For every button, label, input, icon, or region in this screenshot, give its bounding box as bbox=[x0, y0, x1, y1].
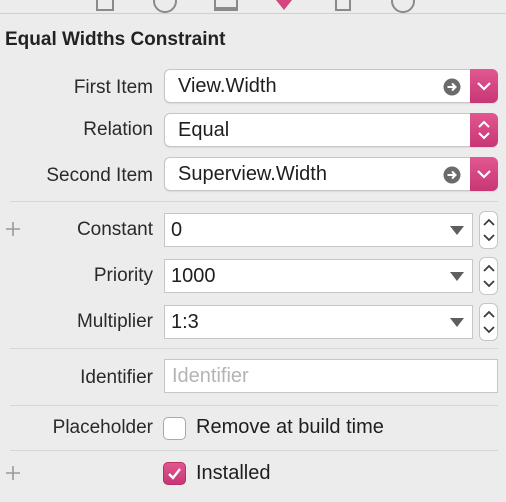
stepper-icon bbox=[483, 264, 495, 288]
multiplier-stepper[interactable] bbox=[479, 303, 498, 341]
multiplier-label: Multiplier bbox=[76, 311, 153, 332]
stepper-icon bbox=[483, 310, 495, 334]
second-item-label: Second Item bbox=[46, 165, 153, 186]
help-icon[interactable] bbox=[152, 0, 178, 14]
popup-updown-icon bbox=[478, 120, 490, 140]
constant-value: 0 bbox=[171, 219, 183, 241]
stepper-icon bbox=[483, 218, 495, 242]
attributes-icon[interactable] bbox=[272, 0, 296, 12]
installed-label[interactable]: Installed bbox=[196, 462, 271, 485]
multiplier-combo[interactable]: 1:3 bbox=[164, 305, 473, 339]
second-item-menu-button[interactable] bbox=[470, 157, 498, 191]
divider bbox=[10, 450, 498, 451]
installed-checkbox[interactable] bbox=[163, 462, 186, 485]
identity-icon[interactable] bbox=[213, 0, 239, 12]
go-to-arrow-icon[interactable] bbox=[443, 78, 461, 96]
plus-icon[interactable] bbox=[6, 222, 20, 236]
combo-caret-icon[interactable] bbox=[450, 226, 464, 235]
first-item-popup[interactable]: View.Width bbox=[164, 69, 498, 103]
priority-combo[interactable]: 1000 bbox=[164, 259, 473, 293]
first-item-menu-button[interactable] bbox=[470, 69, 498, 103]
combo-caret-icon[interactable] bbox=[450, 318, 464, 327]
priority-stepper[interactable] bbox=[479, 257, 498, 295]
relation-label: Relation bbox=[83, 119, 153, 140]
size-icon[interactable] bbox=[333, 0, 353, 12]
disclosure-chevron-icon bbox=[477, 170, 491, 179]
second-item-popup[interactable]: Superview.Width bbox=[164, 157, 498, 191]
identifier-field-box bbox=[164, 359, 498, 393]
identifier-field[interactable] bbox=[170, 364, 494, 389]
relation-value: Equal bbox=[178, 119, 230, 141]
constant-combo[interactable]: 0 bbox=[164, 213, 473, 247]
divider bbox=[0, 13, 506, 14]
plus-icon[interactable] bbox=[6, 466, 20, 480]
placeholder-label: Placeholder bbox=[52, 417, 153, 438]
connections-icon[interactable] bbox=[390, 0, 416, 14]
file-icon[interactable] bbox=[95, 0, 115, 12]
constant-stepper[interactable] bbox=[479, 211, 498, 249]
identifier-label: Identifier bbox=[80, 367, 153, 388]
first-item-label: First Item bbox=[73, 77, 153, 98]
first-item-value: View.Width bbox=[178, 75, 277, 97]
relation-popup[interactable]: Equal bbox=[164, 113, 498, 147]
combo-caret-icon[interactable] bbox=[450, 272, 464, 281]
go-to-arrow-icon[interactable] bbox=[443, 166, 461, 184]
disclosure-chevron-icon bbox=[477, 82, 491, 91]
remove-at-build-time-checkbox[interactable] bbox=[163, 417, 186, 440]
second-item-value: Superview.Width bbox=[178, 163, 327, 185]
divider bbox=[10, 348, 498, 349]
priority-value: 1000 bbox=[171, 265, 216, 287]
inspector-tab-bar bbox=[0, 0, 506, 14]
checkmark-icon bbox=[168, 468, 181, 480]
divider bbox=[10, 201, 498, 202]
priority-label: Priority bbox=[93, 265, 153, 286]
relation-menu-button[interactable] bbox=[470, 113, 498, 147]
remove-at-build-time-label[interactable]: Remove at build time bbox=[196, 416, 384, 439]
constant-label: Constant bbox=[76, 219, 153, 240]
section-heading: Equal Widths Constraint bbox=[5, 29, 226, 50]
divider bbox=[10, 405, 498, 406]
multiplier-value: 1:3 bbox=[171, 311, 199, 333]
